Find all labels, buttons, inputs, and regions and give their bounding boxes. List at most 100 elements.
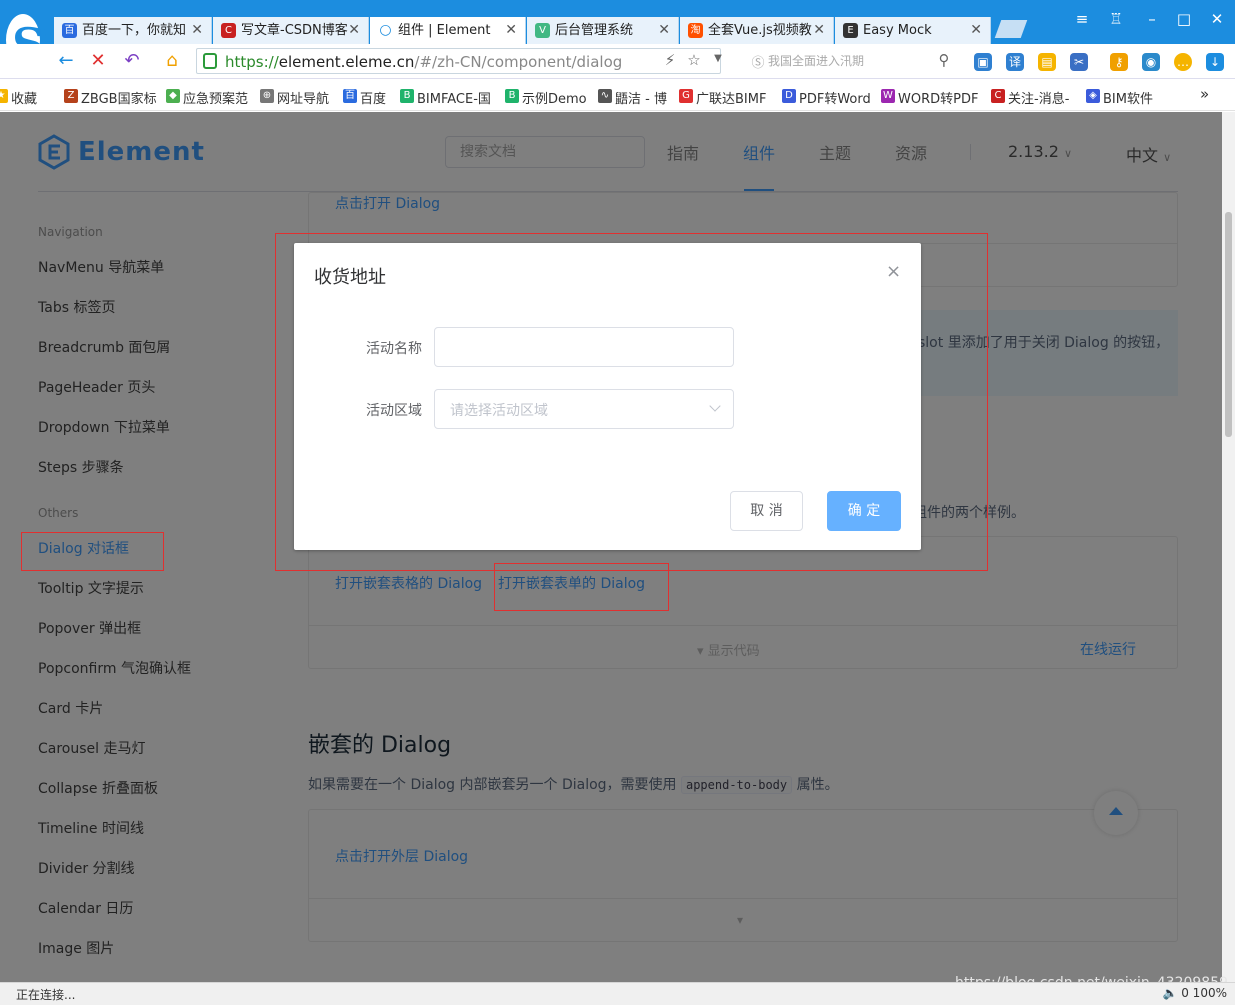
close-tab-icon[interactable]: ✕: [348, 17, 360, 44]
bookmark-item[interactable]: ◆ 应急预案范: [166, 88, 248, 107]
star-icon[interactable]: ☆: [682, 51, 706, 69]
notes-icon[interactable]: ▤: [1038, 53, 1056, 71]
close-window-icon[interactable]: ✕: [1205, 10, 1229, 28]
bookmark-item[interactable]: Z ZBGB国家标: [64, 88, 157, 107]
search-engine-input[interactable]: 我国全面进入汛期: [738, 48, 956, 74]
browser-titlebar: S 百百度一下，你就知✕C写文章-CSDN博客✕○组件 | Element✕V后…: [0, 0, 1235, 72]
annotation-box-sidebar: [21, 532, 164, 571]
browser-tab[interactable]: E Easy Mock ✕: [835, 17, 991, 44]
bookmarks-bar: ★ 收藏 Z ZBGB国家标 ◆ 应急预案范 ⊕ 网址导航百百度 B BIMFACE-国 B 示例De…: [0, 80, 1235, 111]
bookmark-item[interactable]: W WORD转PDF: [881, 88, 978, 107]
page-scrollbar[interactable]: [1222, 112, 1235, 982]
bookmark-item[interactable]: ⊕ 网址导航: [260, 88, 329, 107]
safety-icon[interactable]: ◉: [1142, 53, 1160, 71]
bookmark-favicon-icon: ∿: [598, 89, 612, 103]
close-tab-icon[interactable]: ✕: [191, 17, 203, 44]
bookmark-label: PDF转Word: [799, 92, 871, 107]
browser-tab[interactable]: C 写文章-CSDN博客 ✕: [213, 17, 369, 44]
close-tab-icon[interactable]: ✕: [505, 17, 517, 44]
status-text: 正在连接...: [16, 988, 76, 1002]
screenshot-icon[interactable]: ▣: [974, 53, 992, 71]
new-tab-button[interactable]: [994, 20, 1028, 38]
maximize-icon[interactable]: □: [1172, 10, 1196, 28]
url-path: /#/zh-CN/component/dialog: [414, 53, 623, 71]
scrollbar-thumb[interactable]: [1225, 212, 1232, 437]
bookmark-label: 网址导航: [277, 92, 330, 107]
url-host: element.eleme.cn: [278, 53, 415, 71]
bookmark-label: 关注-消息-: [1008, 92, 1070, 107]
bookmark-item[interactable]: D PDF转Word: [782, 88, 871, 107]
url-scheme: https://: [225, 53, 279, 71]
menu-icon[interactable]: ≡: [1070, 10, 1094, 28]
secure-lock-icon: [203, 53, 217, 69]
close-tab-icon[interactable]: ✕: [970, 17, 982, 44]
bookmark-label: 示例Demo: [522, 92, 587, 107]
zoom-level[interactable]: 0 100%: [1181, 986, 1227, 1000]
download-icon[interactable]: ↓: [1206, 53, 1224, 71]
undo-icon[interactable]: ↶: [120, 50, 144, 71]
status-bar: 正在连接... 🔈 0 100%: [0, 982, 1235, 1005]
close-tab-icon[interactable]: ✕: [813, 17, 825, 44]
bookmark-item[interactable]: ★ 收藏: [0, 88, 37, 107]
bookmark-favicon-icon: W: [881, 89, 895, 103]
bookmark-item[interactable]: B 示例Demo: [505, 88, 587, 107]
lightning-icon[interactable]: ⚡: [658, 51, 682, 69]
search-icon[interactable]: ⚲: [932, 51, 956, 69]
bookmark-favicon-icon: D: [782, 89, 796, 103]
back-icon[interactable]: ←: [54, 50, 78, 71]
key-icon[interactable]: ⚷: [1110, 53, 1128, 71]
bookmark-favicon-icon: B: [505, 89, 519, 103]
stop-icon[interactable]: ✕: [86, 50, 110, 71]
tab-label: 百度一下，你就知: [82, 23, 187, 38]
annotation-box-form-link: [494, 563, 669, 611]
loading-icon: ○: [379, 22, 392, 38]
tab-label: 后台管理系统: [555, 23, 634, 38]
easymock-icon: E: [843, 23, 858, 38]
scissors-icon[interactable]: ✂: [1070, 53, 1088, 71]
tab-label: 组件 | Element: [398, 23, 491, 38]
browser-tab[interactable]: V 后台管理系统 ✕: [527, 17, 679, 44]
bookmark-favicon-icon: ◆: [166, 89, 180, 103]
bookmark-label: 百度: [360, 92, 387, 107]
home-icon[interactable]: ⌂: [160, 50, 184, 71]
bookmark-favicon-icon: C: [991, 89, 1005, 103]
bookmark-item[interactable]: B BIMFACE-国: [400, 88, 491, 107]
bookmark-label: 鼯洁 - 博: [615, 92, 667, 107]
bookmark-label: 收藏: [11, 92, 38, 107]
tab-label: 写文章-CSDN博客: [241, 23, 348, 38]
bookmark-favicon-icon: ⊕: [260, 89, 274, 103]
bookmarks-more-icon[interactable]: »: [1200, 85, 1209, 103]
url-field[interactable]: https://element.eleme.cn/#/zh-CN/compone…: [196, 48, 721, 74]
close-tab-icon[interactable]: ✕: [658, 17, 670, 44]
bookmark-item[interactable]: ◈ BIM软件: [1086, 88, 1153, 107]
browser-tab[interactable]: 百百度一下，你就知 ✕: [54, 17, 212, 44]
vue-icon: V: [535, 23, 550, 38]
tab-label: 全套Vue.js视频教: [708, 23, 812, 38]
bookmark-label: BIMFACE-国: [417, 92, 491, 107]
search-engine-icon[interactable]: Ⓢ: [746, 52, 770, 71]
more-icon[interactable]: …: [1174, 53, 1192, 71]
translate-icon[interactable]: 译: [1006, 53, 1024, 71]
bookmark-label: 广联达BIMF: [696, 92, 767, 107]
browser-tab[interactable]: 淘全套Vue.js视频教 ✕: [680, 17, 834, 44]
browser-tab[interactable]: ○ 组件 | Element ✕: [370, 17, 526, 44]
bookmark-item[interactable]: ∿ 鼯洁 - 博: [598, 88, 667, 107]
dropdown-icon[interactable]: ▼: [706, 53, 730, 64]
bookmark-item[interactable]: C 关注-消息-: [991, 88, 1069, 107]
bookmark-favicon-icon: 百: [343, 89, 357, 103]
tab-label: Easy Mock: [863, 23, 932, 38]
csdn-icon: C: [221, 23, 236, 38]
address-toolbar: ← ✕ ↶ ⌂ https://element.eleme.cn/#/zh-CN…: [0, 44, 1235, 79]
bookmark-item[interactable]: G 广联达BIMF: [679, 88, 766, 107]
bookmark-label: ZBGB国家标: [81, 92, 157, 107]
bookmark-label: BIM软件: [1103, 92, 1153, 107]
bookmark-item[interactable]: 百百度: [343, 88, 386, 107]
speaker-icon[interactable]: 🔈: [1162, 986, 1177, 1000]
baidu-icon: 百: [62, 23, 77, 38]
bookmark-label: 应急预案范: [183, 92, 249, 107]
bookmark-favicon-icon: ★: [0, 89, 8, 103]
minimize-icon[interactable]: –: [1140, 10, 1164, 28]
bookmark-favicon-icon: B: [400, 89, 414, 103]
taobao-icon: 淘: [688, 23, 703, 38]
skin-icon[interactable]: ♖: [1104, 10, 1128, 28]
